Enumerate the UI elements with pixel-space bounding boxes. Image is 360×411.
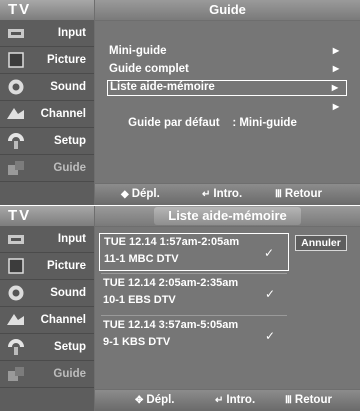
sidebar-item-sound[interactable]: Sound: [0, 280, 94, 307]
reminder-item[interactable]: TUE 12.14 2:05am-2:35am 10-1 EBS DTV ✓: [99, 275, 289, 313]
bottom-hint-bar: ◆ Dépl. ↵ Intro. Ⅲ Retour: [95, 184, 360, 205]
reminder-list-screen: TV Input Picture Sound Channel Setup Gui…: [0, 206, 360, 411]
reminder-time: TUE 12.14 2:05am-2:35am: [103, 277, 239, 289]
guide-icon: [8, 161, 24, 175]
sidebar-item-input[interactable]: Input: [0, 20, 94, 47]
tv-label: TV: [0, 206, 94, 226]
hint-return: Ⅲ Retour: [275, 188, 322, 200]
move-icon: ✥: [135, 395, 144, 406]
channel-icon: [7, 108, 24, 119]
arrow-right-icon: ▶: [332, 102, 339, 111]
page-title: Liste aide-mémoire: [154, 207, 301, 225]
arrow-right-icon: ▶: [332, 46, 339, 55]
sidebar-item-channel[interactable]: Channel: [0, 101, 94, 128]
reminder-item[interactable]: TUE 12.14 3:57am-5:05am 9-1 KBS DTV ✓: [99, 317, 289, 355]
sidebar-item-channel[interactable]: Channel: [0, 307, 94, 334]
sidebar: Input Picture Sound Channel Setup Guide: [0, 20, 94, 205]
setup-icon: [8, 133, 24, 149]
picture-icon: [8, 258, 24, 274]
sidebar-item-input[interactable]: Input: [0, 226, 94, 253]
return-icon: Ⅲ: [285, 395, 292, 406]
reminder-time: TUE 12.14 1:57am-2:05am: [104, 236, 240, 248]
divider: [101, 273, 287, 274]
reminder-item[interactable]: TUE 12.14 1:57am-2:05am 11-1 MBC DTV ✓: [99, 233, 289, 271]
sidebar-item-picture[interactable]: Picture: [0, 47, 94, 74]
hint-enter: ↵ Intro.: [202, 188, 243, 200]
divider: [101, 315, 287, 316]
tv-label: TV: [0, 0, 94, 20]
enter-icon: ↵: [215, 395, 224, 406]
sidebar-item-setup[interactable]: Setup: [0, 334, 94, 361]
bottom-hint-bar: ✥ Dépl. ↵ Intro. Ⅲ Retour: [95, 390, 360, 411]
sidebar-item-sound[interactable]: Sound: [0, 74, 94, 101]
check-icon: ✓: [263, 246, 274, 260]
reminder-list-panel: TUE 12.14 1:57am-2:05am 11-1 MBC DTV ✓ T…: [95, 227, 360, 389]
arrow-right-icon: ▶: [331, 83, 338, 92]
return-icon: Ⅲ: [275, 189, 282, 200]
enter-icon: ↵: [202, 189, 211, 200]
menu-item-guide-complet[interactable]: Guide complet ▶: [107, 61, 347, 77]
sidebar-item-guide[interactable]: Guide: [0, 155, 94, 182]
reminder-channel: 11-1 MBC DTV: [104, 253, 179, 265]
hint-enter: ↵ Intro.: [215, 394, 256, 406]
guide-menu-screen: TV Input Picture Sound Channel Setup Gui…: [0, 0, 360, 205]
check-icon: ✓: [264, 329, 275, 343]
hint-return: Ⅲ Retour: [285, 394, 332, 406]
cancel-button[interactable]: Annuler: [295, 235, 347, 251]
hint-move: ✥ Dépl.: [135, 394, 175, 406]
hint-move: ◆ Dépl.: [121, 188, 160, 200]
sidebar-item-setup[interactable]: Setup: [0, 128, 94, 155]
input-icon: [8, 235, 24, 244]
sidebar-item-guide[interactable]: Guide: [0, 361, 94, 388]
sound-icon: [8, 285, 24, 301]
reminder-time: TUE 12.14 3:57am-5:05am: [103, 319, 239, 331]
sidebar-item-picture[interactable]: Picture: [0, 253, 94, 280]
menu-item-mini-guide[interactable]: Mini-guide ▶: [107, 43, 347, 59]
menu-item-guide-par-defaut[interactable]: Guide par défaut : Mini-guide ▶: [107, 99, 347, 129]
page-title: Guide: [95, 0, 360, 20]
channel-icon: [7, 314, 24, 325]
sidebar: Input Picture Sound Channel Setup Guide: [0, 226, 94, 411]
move-icon: ◆: [121, 189, 129, 200]
check-icon: ✓: [264, 287, 275, 301]
picture-icon: [8, 52, 24, 68]
reminder-channel: 10-1 EBS DTV: [103, 294, 176, 306]
menu-item-liste-aide-memoire[interactable]: Liste aide-mémoire ▶: [107, 80, 347, 96]
page-title-bar: Liste aide-mémoire: [95, 206, 360, 226]
guide-icon: [8, 367, 24, 381]
arrow-right-icon: ▶: [332, 64, 339, 73]
guide-menu-panel: Mini-guide ▶ Guide complet ▶ Liste aide-…: [95, 21, 360, 183]
setup-icon: [8, 339, 24, 355]
sound-icon: [8, 79, 24, 95]
reminder-channel: 9-1 KBS DTV: [103, 336, 171, 348]
input-icon: [8, 29, 24, 38]
